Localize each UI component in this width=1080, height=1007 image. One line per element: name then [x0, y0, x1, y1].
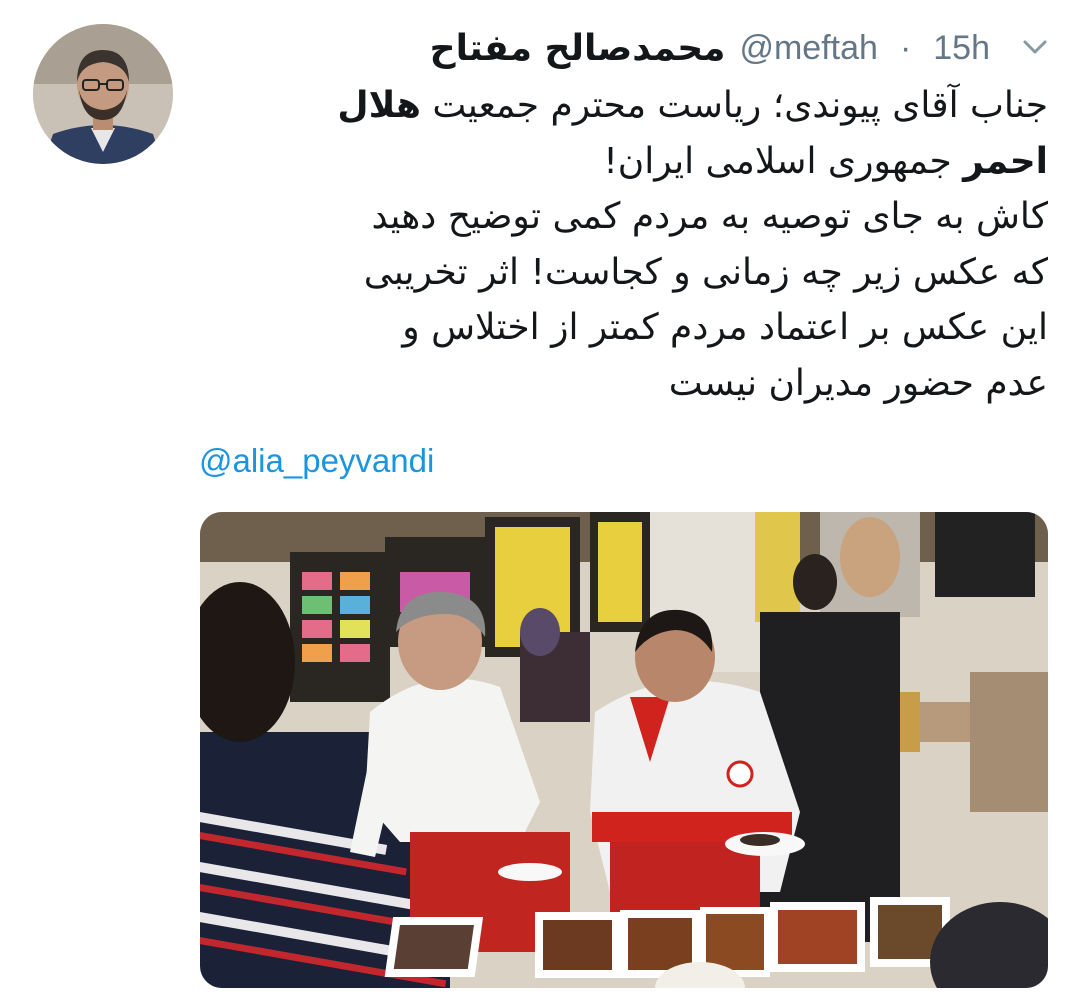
- tweet-header: محمدصالح مفتاح @meftah · 15h: [430, 22, 1050, 74]
- separator-dot: ·: [899, 28, 912, 67]
- restaurant-photo: [200, 512, 1048, 988]
- tweet-text: جناب آقای پیوندی؛ ریاست محترم جمعیت هلال…: [196, 78, 1048, 411]
- tweet-text-line: عدم حضور مدیران نیست: [668, 362, 1048, 404]
- tweet-media-photo[interactable]: [200, 512, 1048, 988]
- author-avatar-image: [33, 24, 173, 164]
- tweet-text-line: احمر جمهوری اسلامی ایران!: [603, 140, 1048, 182]
- chevron-down-icon[interactable]: [1020, 34, 1050, 60]
- tweet-text-line: این عکس بر اعتماد مردم کمتر از اختلاس و: [402, 307, 1048, 348]
- author-handle[interactable]: @meftah: [739, 29, 877, 68]
- tweet-text-line: که عکس زیر چه زمانی و کجاست! اثر تخریبی: [363, 251, 1048, 293]
- mention-link[interactable]: @alia_peyvandi: [199, 442, 434, 480]
- author-avatar[interactable]: [33, 24, 173, 164]
- author-name[interactable]: محمدصالح مفتاح: [430, 28, 726, 69]
- tweet-text-line: جناب آقای پیوندی؛ ریاست محترم جمعیت هلال: [337, 85, 1048, 126]
- tweet-text-line: کاش به جای توصیه به مردم کمی توضیح دهید: [371, 196, 1048, 237]
- tweet-timestamp[interactable]: 15h: [933, 29, 990, 68]
